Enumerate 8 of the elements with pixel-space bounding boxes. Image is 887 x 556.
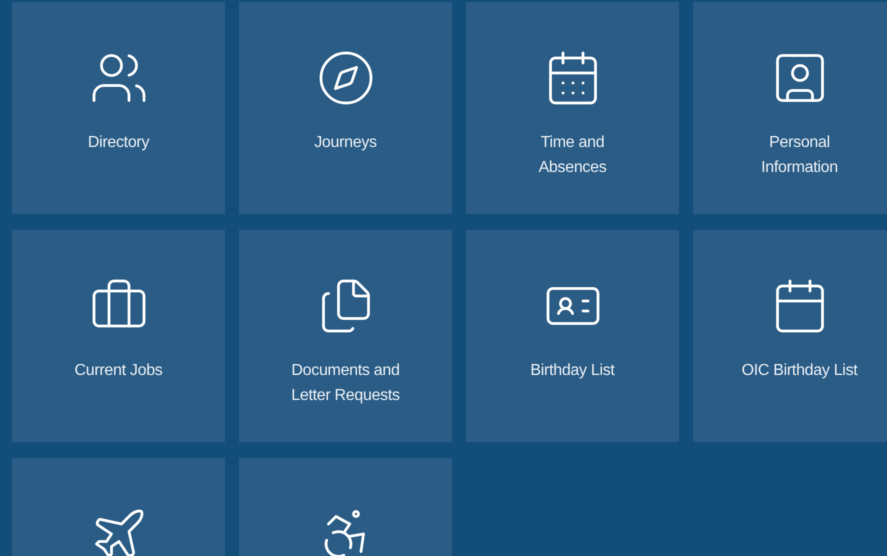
app-tile[interactable]: Birthday List — [466, 230, 679, 442]
app-tile[interactable]: Documents and Letter Requests — [239, 230, 452, 442]
app-tile[interactable]: Directory — [12, 2, 225, 214]
app-tile[interactable]: Personal Information — [693, 2, 887, 214]
app-tile[interactable]: Time and Absences — [466, 2, 679, 214]
app-tile[interactable]: Journeys — [239, 2, 452, 214]
app-tile[interactable]: Current Jobs — [12, 230, 225, 442]
app-tile[interactable]: OIC Birthday List — [693, 230, 887, 442]
